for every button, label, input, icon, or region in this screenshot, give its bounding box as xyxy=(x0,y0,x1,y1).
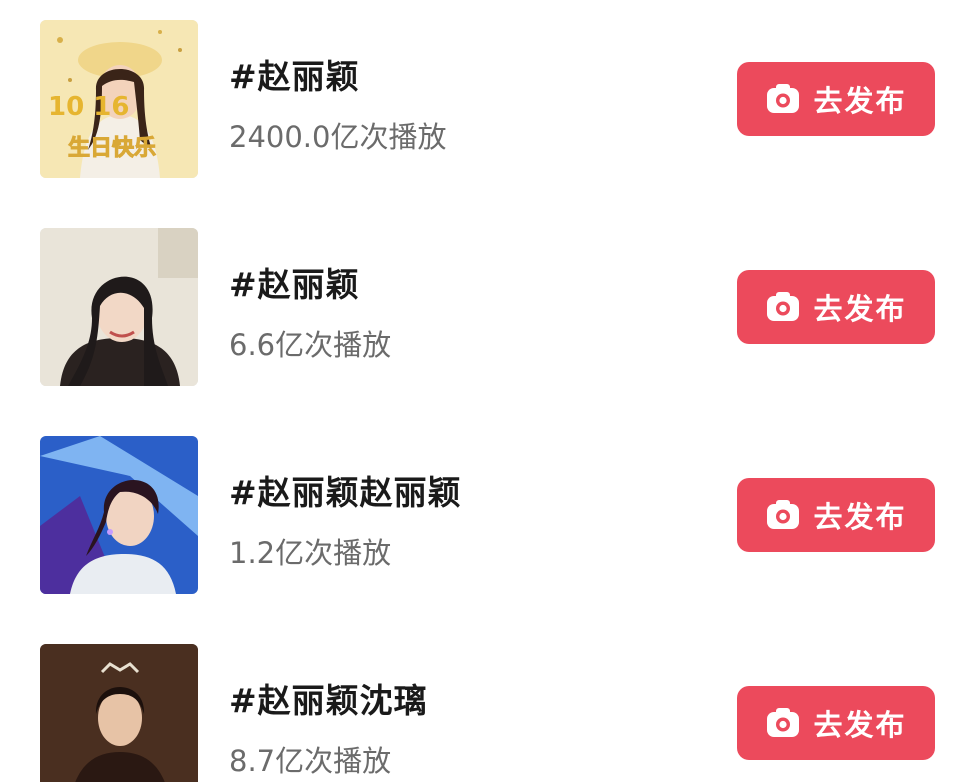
topic-title[interactable]: #赵丽颖 xyxy=(229,50,360,98)
thumb-number-text: 10 16 xyxy=(48,92,129,122)
topic-title[interactable]: #赵丽颖 xyxy=(229,258,360,306)
publish-button[interactable]: 去发布 xyxy=(737,62,935,136)
thumb-birthday-text: 生日快乐 xyxy=(68,136,156,161)
birthday-photo: 10 16 生日快乐 xyxy=(40,20,198,178)
camera-icon xyxy=(767,500,800,529)
portrait-photo xyxy=(40,228,198,386)
topic-title[interactable]: #赵丽颖沈璃 xyxy=(229,674,428,722)
topic-thumbnail[interactable] xyxy=(40,644,198,782)
list-item[interactable]: #赵丽颖沈璃 8.7亿次播放 去发布 xyxy=(0,644,974,782)
list-item[interactable]: #赵丽颖 6.6亿次播放 去发布 xyxy=(0,228,974,388)
publish-button[interactable]: 去发布 xyxy=(737,270,935,344)
costume-photo xyxy=(40,644,198,782)
play-count: 8.7亿次播放 xyxy=(229,744,392,778)
publish-button-label: 去发布 xyxy=(813,84,907,118)
topic-thumbnail[interactable] xyxy=(40,228,198,386)
stage-photo xyxy=(40,436,198,594)
topic-list: 10 16 生日快乐 #赵丽颖 2400.0亿次播放 去发布 #赵丽颖 6.6亿… xyxy=(0,0,974,782)
list-item[interactable]: 10 16 生日快乐 #赵丽颖 2400.0亿次播放 去发布 xyxy=(0,20,974,180)
publish-button[interactable]: 去发布 xyxy=(737,478,935,552)
play-count: 6.6亿次播放 xyxy=(229,328,392,362)
publish-button-label: 去发布 xyxy=(813,708,907,742)
topic-thumbnail[interactable] xyxy=(40,436,198,594)
camera-icon xyxy=(767,292,800,321)
topic-thumbnail[interactable]: 10 16 生日快乐 xyxy=(40,20,198,178)
list-item[interactable]: #赵丽颖赵丽颖 1.2亿次播放 去发布 xyxy=(0,436,974,596)
topic-title[interactable]: #赵丽颖赵丽颖 xyxy=(229,466,462,514)
publish-button-label: 去发布 xyxy=(813,292,907,326)
camera-icon xyxy=(767,84,800,113)
play-count: 1.2亿次播放 xyxy=(229,536,392,570)
camera-icon xyxy=(767,708,800,737)
play-count: 2400.0亿次播放 xyxy=(229,120,447,154)
publish-button-label: 去发布 xyxy=(813,500,907,534)
publish-button[interactable]: 去发布 xyxy=(737,686,935,760)
